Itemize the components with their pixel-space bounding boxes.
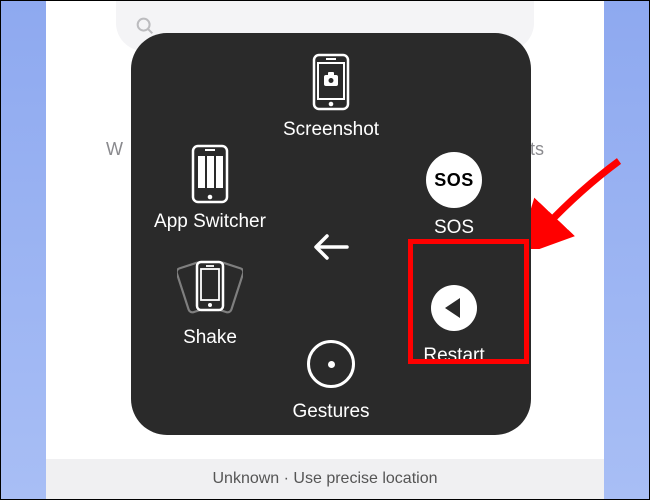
menu-item-shake[interactable]: Shake (145, 261, 275, 349)
menu-item-screenshot[interactable]: Screenshot (266, 53, 396, 141)
menu-item-gestures[interactable]: Gestures (266, 335, 396, 423)
search-icon (134, 15, 156, 37)
screenshot-label: Screenshot (283, 119, 379, 141)
background-text-left: W (106, 139, 123, 160)
app-switcher-label: App Switcher (154, 211, 266, 233)
arrow-left-icon (309, 225, 353, 269)
gestures-label: Gestures (292, 401, 369, 423)
menu-item-sos[interactable]: SOS SOS (389, 151, 519, 239)
restart-icon (431, 279, 477, 337)
screenshot-icon (312, 53, 350, 111)
menu-item-app-switcher[interactable]: App Switcher (145, 145, 275, 233)
sos-icon: SOS (426, 151, 482, 209)
sos-label: SOS (434, 217, 474, 239)
assistivetouch-panel: Screenshot App Switcher SOS SOS (131, 33, 531, 435)
bottom-status-bar: Unknown · Use precise location (46, 459, 604, 499)
bottom-status-text: Unknown · Use precise location (213, 470, 438, 488)
back-button[interactable] (309, 225, 353, 269)
app-switcher-icon (189, 145, 231, 203)
menu-item-restart[interactable]: Restart (389, 279, 519, 367)
sos-badge: SOS (426, 152, 482, 208)
shake-label: Shake (183, 327, 237, 349)
gestures-icon (307, 335, 355, 393)
restart-label: Restart (423, 345, 484, 367)
shake-icon (177, 261, 243, 319)
